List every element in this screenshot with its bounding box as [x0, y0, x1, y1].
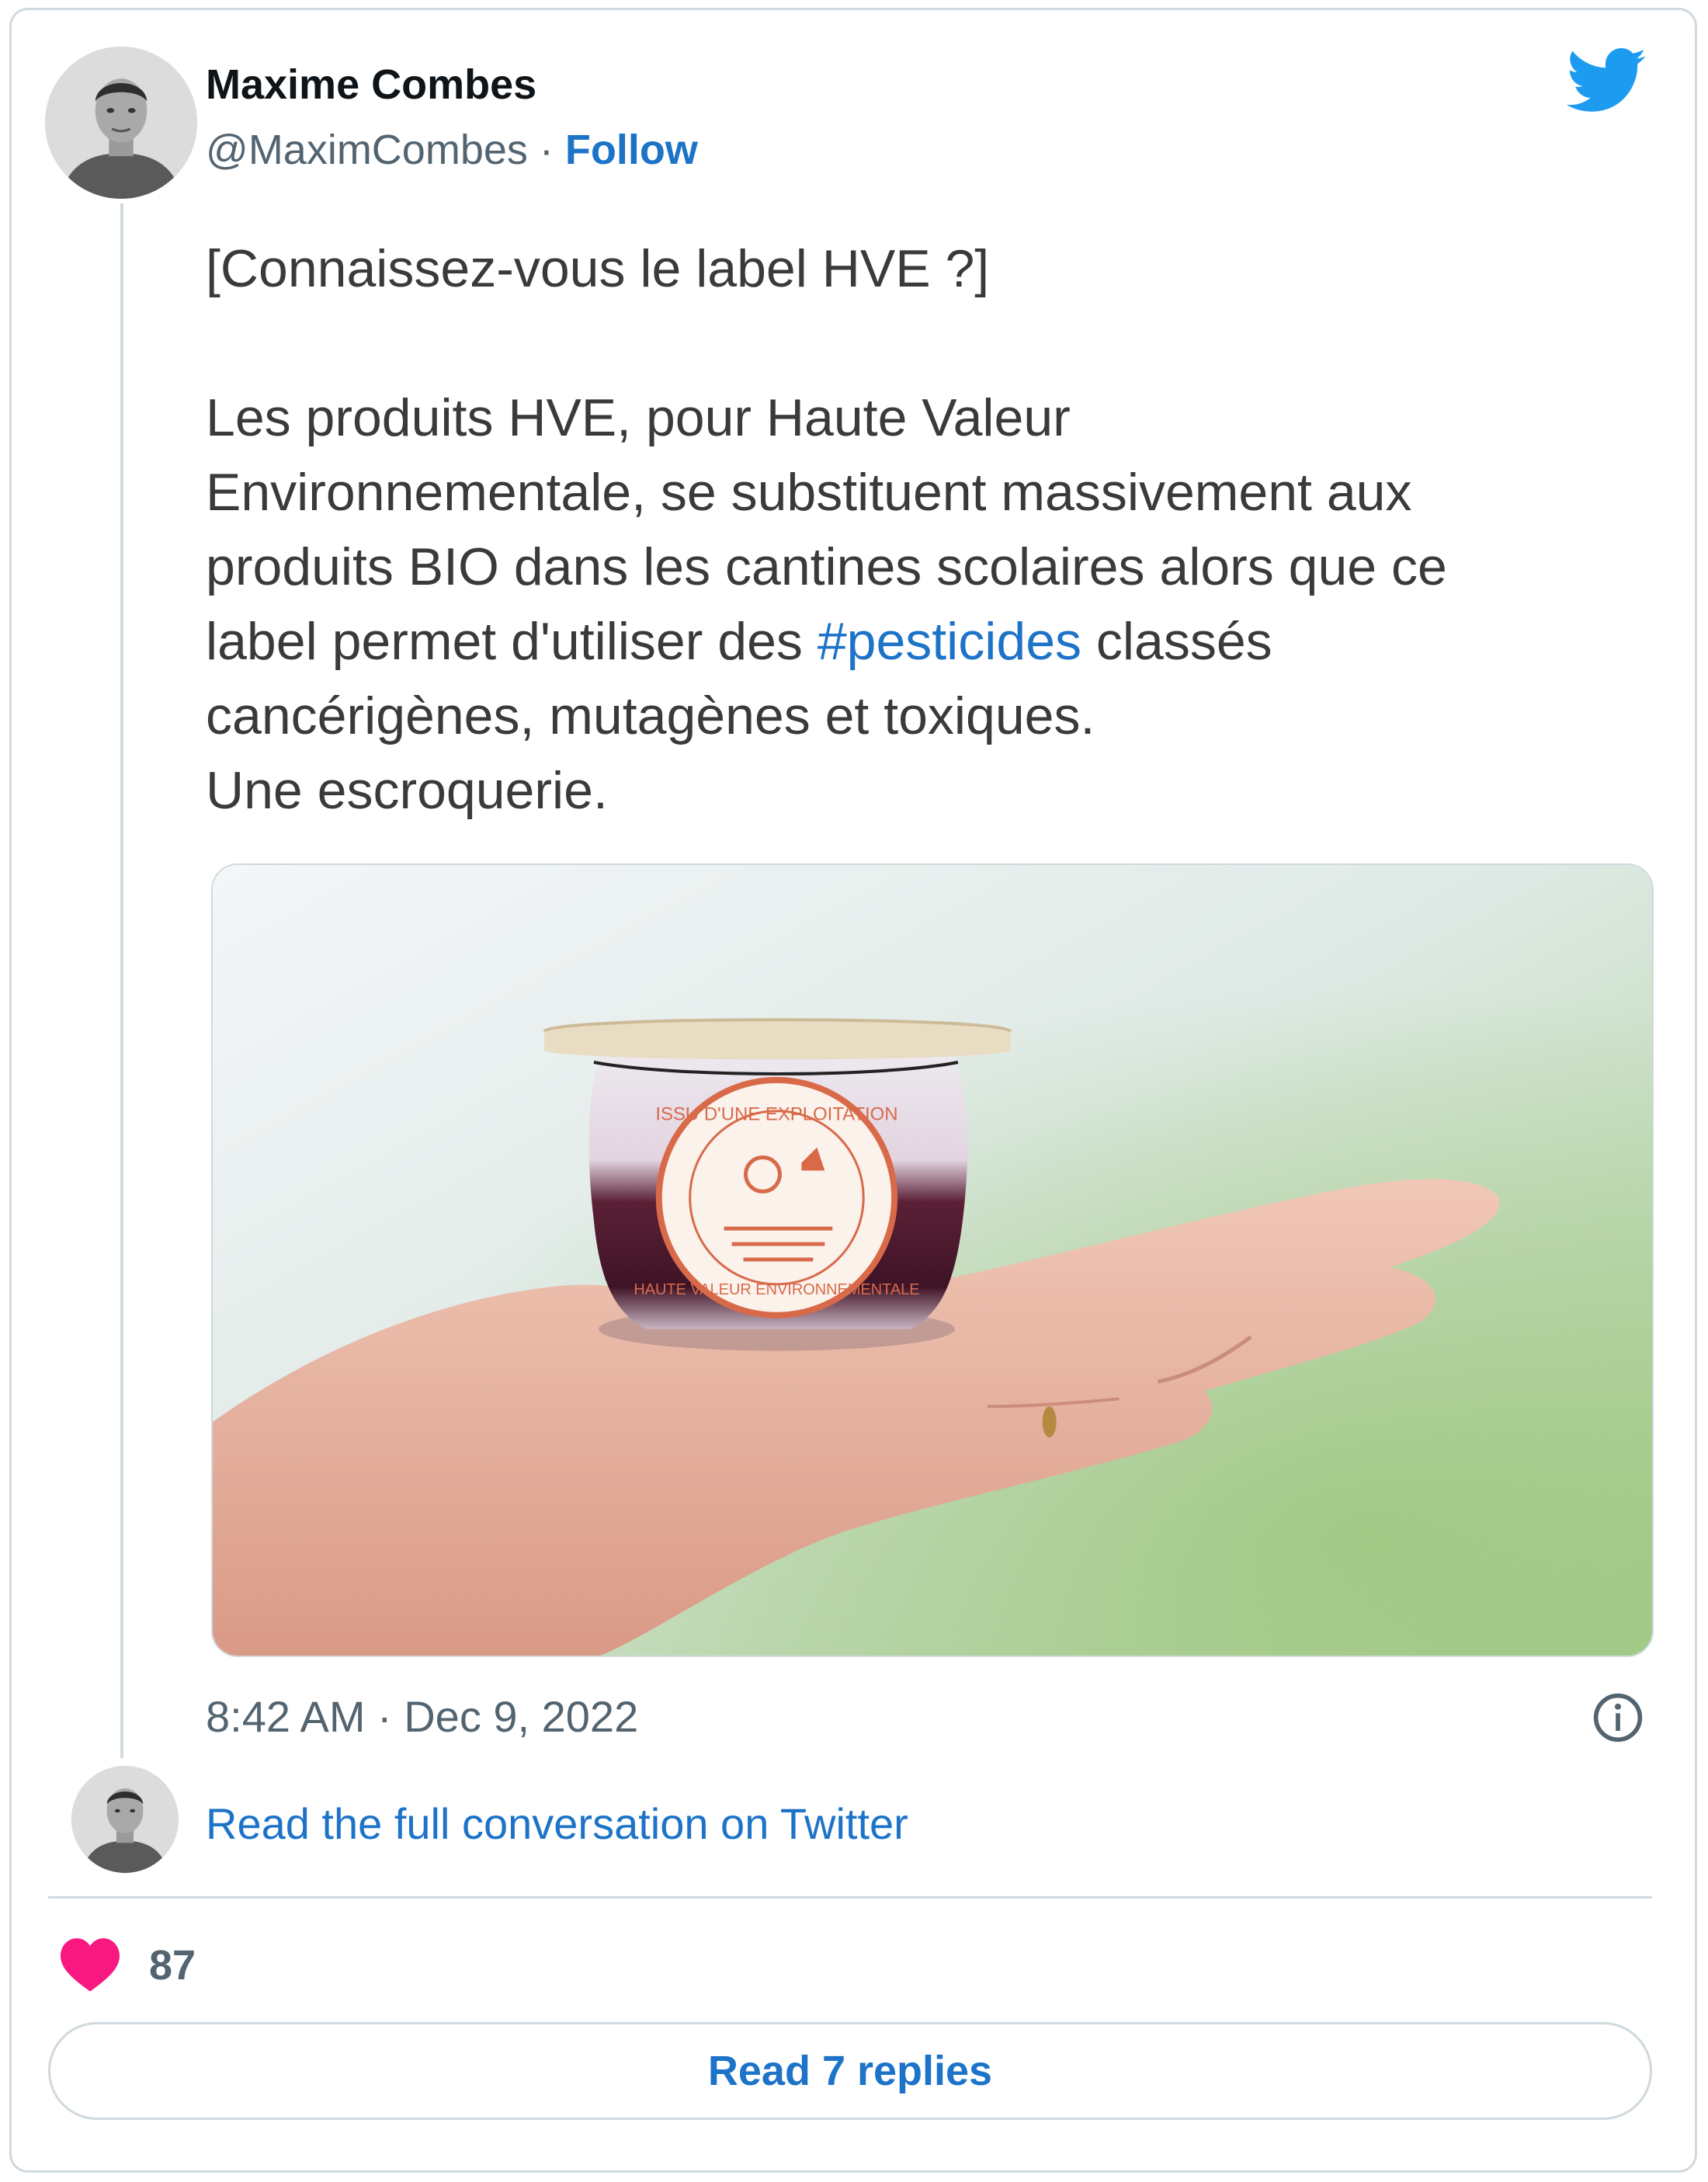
read-replies-button[interactable]: Read 7 replies — [48, 2022, 1652, 2120]
tweet-line: [Connaissez-vous le label HVE ?] — [206, 239, 990, 298]
tweet-timestamp[interactable]: 8:42 AM · Dec 9, 2022 — [206, 1691, 638, 1742]
hashtag-link[interactable]: #pesticides — [818, 612, 1081, 671]
tweet-text-fragment: label permet d'utiliser des — [206, 612, 818, 671]
label-top-text: ISSU D'UNE EXPLOITATION — [655, 1104, 897, 1125]
tweet-line: label permet d'utiliser des #pesticides … — [206, 604, 1658, 679]
author-handle-row: @MaximCombes · Follow — [206, 126, 698, 174]
tweet-line: Les produits HVE, pour Haute Valeur — [206, 388, 1071, 447]
heart-icon[interactable] — [61, 1938, 120, 1993]
author-handle[interactable]: @MaximCombes — [206, 127, 528, 173]
thread-line — [120, 203, 123, 1758]
tweet-line: Environnementale, se substituent massive… — [206, 463, 1412, 522]
author-avatar[interactable] — [45, 47, 197, 199]
tweet-line: cancérigènes, mutagènes et toxiques. — [206, 686, 1095, 745]
divider — [48, 1896, 1652, 1899]
tweet-line: produits BIO dans les cantines scolaires… — [206, 537, 1447, 596]
twitter-bird-icon[interactable] — [1567, 48, 1647, 115]
tweet-line: Une escroquerie. — [206, 761, 608, 820]
label-bottom-text: HAUTE VALEUR ENVIRONNEMENTALE — [634, 1281, 919, 1298]
follow-link[interactable]: Follow — [565, 127, 698, 173]
read-conversation-link[interactable]: Read the full conversation on Twitter — [206, 1798, 908, 1849]
tweet-text-fragment: classés — [1081, 612, 1272, 671]
tweet-text: [Connaissez-vous le label HVE ?] Les pro… — [206, 231, 1658, 828]
author-name[interactable]: Maxime Combes — [206, 61, 536, 109]
tweet-image[interactable]: ISSU D'UNE EXPLOITATION HAUTE VALEUR ENV… — [211, 863, 1654, 1657]
handle-separator: · — [527, 127, 565, 173]
reader-avatar — [71, 1766, 179, 1873]
like-count: 87 — [149, 1942, 196, 1989]
info-icon[interactable] — [1592, 1691, 1644, 1744]
